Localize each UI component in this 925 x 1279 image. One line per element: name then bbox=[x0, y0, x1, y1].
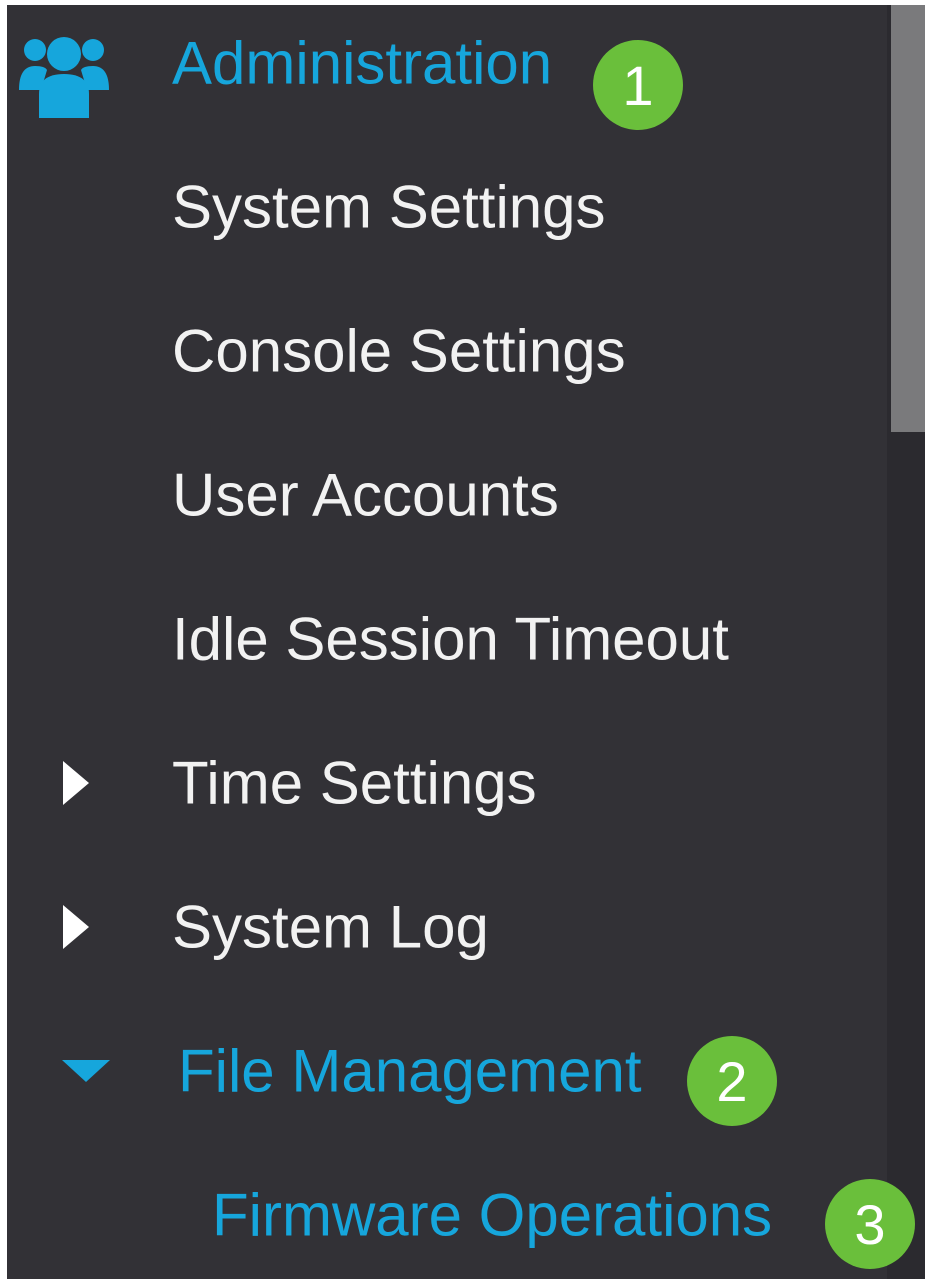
step-badge-3: 3 bbox=[825, 1179, 915, 1269]
step-badge-1: 1 bbox=[593, 40, 683, 130]
menu-item-label: File Management bbox=[178, 1037, 642, 1105]
menu-item-label: Administration bbox=[172, 29, 553, 97]
menu-item-label: User Accounts bbox=[172, 461, 559, 529]
menu-item-system-settings[interactable]: System Settings bbox=[7, 162, 882, 252]
step-badge-2: 2 bbox=[687, 1036, 777, 1126]
navigation-menu: Administration 1 System Settings Console… bbox=[7, 5, 925, 1279]
users-icon bbox=[19, 37, 109, 118]
menu-item-label: System Settings bbox=[172, 173, 606, 241]
menu-item-system-log[interactable]: System Log bbox=[7, 882, 882, 972]
menu-item-idle-session-timeout[interactable]: Idle Session Timeout bbox=[7, 594, 882, 684]
scrollbar-thumb[interactable] bbox=[891, 5, 925, 432]
caret-right-icon[interactable] bbox=[63, 761, 89, 805]
menu-item-label: System Log bbox=[172, 893, 489, 961]
menu-item-label: Idle Session Timeout bbox=[172, 605, 729, 673]
menu-item-label: Time Settings bbox=[172, 749, 537, 817]
caret-down-icon[interactable] bbox=[62, 1060, 110, 1082]
menu-item-label: Console Settings bbox=[172, 317, 626, 385]
caret-right-icon[interactable] bbox=[63, 905, 89, 949]
menu-item-console-settings[interactable]: Console Settings bbox=[7, 306, 882, 396]
menu-item-administration[interactable]: Administration bbox=[7, 18, 882, 118]
menu-item-firmware-operations[interactable]: Firmware Operations bbox=[7, 1170, 882, 1260]
menu-item-time-settings[interactable]: Time Settings bbox=[7, 738, 882, 828]
menu-item-user-accounts[interactable]: User Accounts bbox=[7, 450, 882, 540]
menu-item-label: Firmware Operations bbox=[212, 1181, 773, 1249]
